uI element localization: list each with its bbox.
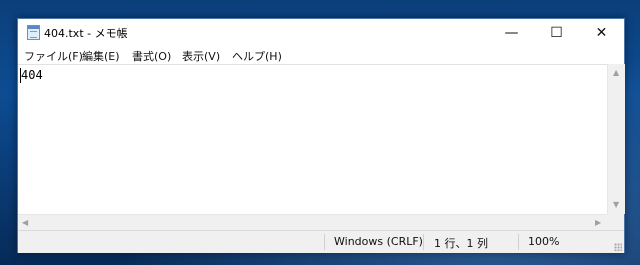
menu-view[interactable]: 表示(V): [182, 48, 220, 64]
editor-content[interactable]: 404: [21, 68, 43, 82]
status-bar: Windows (CRLF) 1 行、1 列 100%: [18, 230, 624, 253]
window-title: 404.txt - メモ帳: [44, 27, 128, 40]
text-editor[interactable]: 404: [18, 64, 607, 215]
scroll-up-icon[interactable]: ▲: [613, 68, 619, 77]
menu-edit[interactable]: 編集(E): [82, 48, 120, 64]
status-position: 1 行、1 列: [434, 237, 488, 250]
title-bar[interactable]: 404.txt - メモ帳 — ☐ ✕: [18, 19, 624, 46]
vertical-scrollbar[interactable]: ▲ ▼: [607, 64, 625, 214]
minimize-button[interactable]: —: [489, 19, 534, 46]
resize-grip-icon[interactable]: [614, 243, 622, 251]
maximize-button[interactable]: ☐: [534, 19, 579, 46]
status-encoding: Windows (CRLF): [334, 235, 423, 248]
status-divider: [423, 234, 424, 250]
close-button[interactable]: ✕: [579, 19, 624, 46]
menu-file[interactable]: ファイル(F): [24, 48, 83, 64]
notepad-icon: [27, 25, 40, 40]
scrollbar-corner: [607, 214, 624, 230]
status-divider: [518, 234, 519, 250]
scroll-left-icon[interactable]: ◀: [22, 218, 28, 227]
status-zoom: 100%: [528, 235, 560, 248]
scroll-right-icon[interactable]: ▶: [595, 218, 601, 227]
menu-format[interactable]: 書式(O): [132, 48, 171, 64]
notepad-window: 404.txt - メモ帳 — ☐ ✕ ファイル(F) 編集(E) 書式(O) …: [17, 18, 625, 253]
menu-help[interactable]: ヘルプ(H): [232, 48, 282, 64]
scroll-down-icon[interactable]: ▼: [613, 200, 619, 209]
menu-bar: ファイル(F) 編集(E) 書式(O) 表示(V) ヘルプ(H): [18, 46, 624, 64]
status-divider: [324, 234, 325, 250]
horizontal-scrollbar[interactable]: ◀ ▶: [18, 214, 607, 231]
